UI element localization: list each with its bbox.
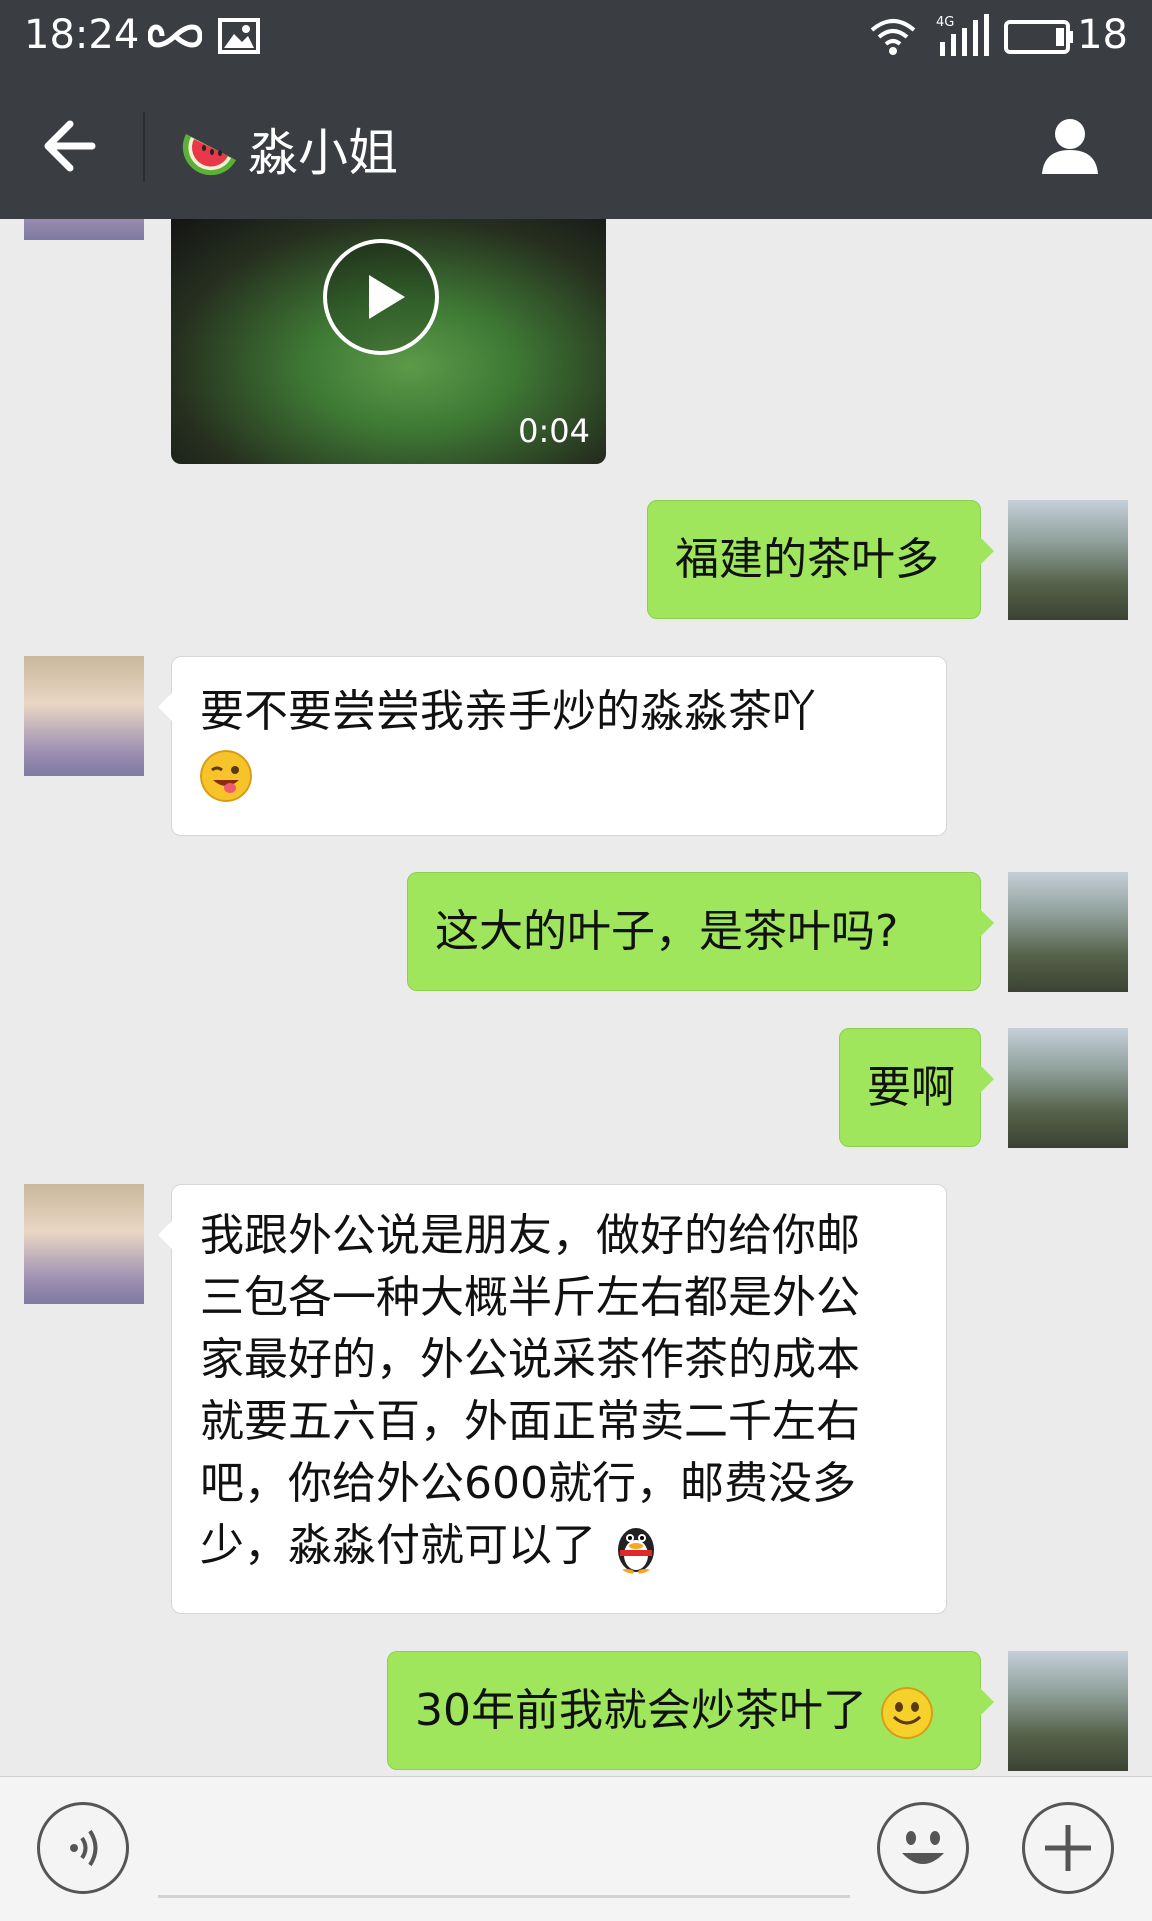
message-text: 30年前我就会炒茶叶了 bbox=[415, 1685, 867, 1736]
voice-icon bbox=[70, 1829, 98, 1867]
voice-button[interactable] bbox=[37, 1802, 129, 1894]
emoji-button[interactable] bbox=[877, 1802, 969, 1894]
message-line: 少，淼淼付就可以了 bbox=[200, 1520, 596, 1571]
message-line: 我跟外公说是朋友，做好的给你邮 bbox=[200, 1210, 860, 1261]
video-duration: 0:04 bbox=[518, 412, 590, 450]
battery-level: 18 bbox=[1077, 12, 1128, 58]
message-line: 吧，你给外公600就行，邮费没多 bbox=[200, 1458, 856, 1509]
chat-messages[interactable]: 0:04 福建的茶叶多 要不要尝尝我亲手炒的淼淼茶吖 这大的叶子，是茶叶吗? 要… bbox=[0, 219, 1152, 1776]
chat-title: 淼小姐 bbox=[248, 124, 398, 182]
message-text: 福建的茶叶多 bbox=[675, 534, 939, 585]
contact-avatar[interactable] bbox=[24, 219, 144, 240]
message-input[interactable] bbox=[158, 1895, 850, 1898]
play-icon[interactable] bbox=[321, 237, 441, 357]
back-arrow-icon[interactable] bbox=[40, 116, 104, 176]
message-line: 就要五六百，外面正常卖二千左右 bbox=[200, 1396, 860, 1447]
video-message[interactable]: 0:04 bbox=[171, 219, 606, 464]
contact-avatar[interactable] bbox=[24, 1184, 144, 1304]
emoji-icon bbox=[902, 1831, 944, 1864]
user-avatar[interactable] bbox=[1008, 1028, 1128, 1148]
watermelon-icon bbox=[182, 134, 236, 176]
chat-header: 淼小姐 bbox=[0, 74, 1152, 219]
message-text: 这大的叶子，是茶叶吗? bbox=[435, 906, 899, 957]
contact-avatar[interactable] bbox=[24, 656, 144, 776]
person-icon[interactable] bbox=[1038, 114, 1102, 178]
message-bubble-incoming[interactable]: 我跟外公说是朋友，做好的给你邮 三包各一种大概半斤左右都是外公 家最好的，外公说… bbox=[158, 1184, 947, 1614]
penguin-emoji bbox=[618, 1528, 654, 1574]
message-bubble-outgoing[interactable]: 要啊 bbox=[839, 1028, 994, 1147]
message-text: 要啊 bbox=[867, 1062, 955, 1113]
smile-emoji bbox=[881, 1687, 933, 1739]
status-time: 18:24 bbox=[24, 12, 140, 58]
plus-button[interactable] bbox=[1022, 1802, 1114, 1894]
signal-icon: 4G bbox=[936, 14, 989, 56]
message-bubble-incoming[interactable]: 要不要尝尝我亲手炒的淼淼茶吖 bbox=[158, 656, 947, 836]
message-text: 要不要尝尝我亲手炒的淼淼茶吖 bbox=[200, 686, 816, 737]
message-bubble-outgoing[interactable]: 这大的叶子，是茶叶吗? bbox=[407, 872, 994, 991]
infinity-icon bbox=[148, 24, 202, 48]
message-bubble-outgoing[interactable]: 福建的茶叶多 bbox=[647, 500, 994, 619]
user-avatar[interactable] bbox=[1008, 1651, 1128, 1771]
battery-icon bbox=[1004, 20, 1073, 54]
user-avatar[interactable] bbox=[1008, 500, 1128, 620]
network-label: 4G bbox=[936, 15, 954, 30]
input-bar bbox=[0, 1776, 1152, 1921]
image-icon bbox=[218, 18, 260, 54]
wifi-icon bbox=[870, 19, 916, 55]
message-bubble-outgoing[interactable]: 30年前我就会炒茶叶了 bbox=[387, 1651, 994, 1770]
status-bar: 18:24 4G 18 bbox=[0, 0, 1152, 74]
message-line: 家最好的，外公说采茶作茶的成本 bbox=[200, 1334, 860, 1385]
user-avatar[interactable] bbox=[1008, 872, 1128, 992]
chat-title-area[interactable]: 淼小姐 bbox=[182, 114, 398, 184]
message-line: 三包各一种大概半斤左右都是外公 bbox=[200, 1272, 860, 1323]
wink-tongue-emoji bbox=[200, 750, 252, 802]
header-divider bbox=[143, 112, 145, 182]
plus-icon bbox=[1045, 1825, 1091, 1871]
